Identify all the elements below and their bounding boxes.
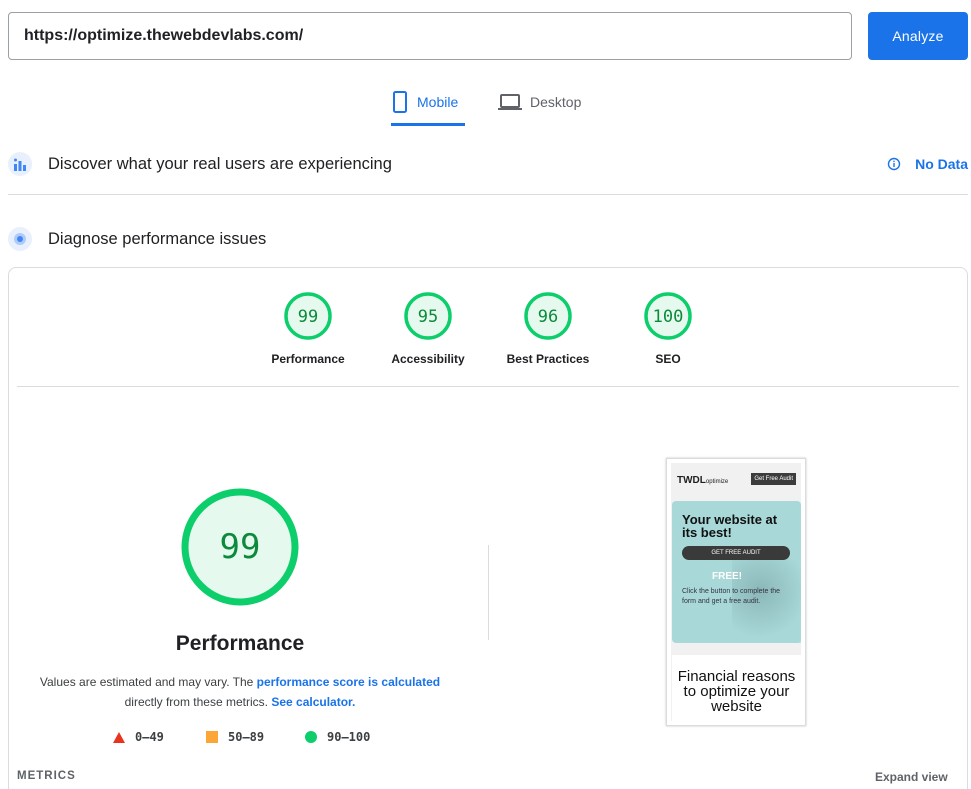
thumb-free: FREE!	[712, 571, 742, 582]
diagnose-section-header: Diagnose performance issues	[8, 223, 968, 255]
performance-description: Values are estimated and may vary. The p…	[30, 672, 450, 712]
legend-fail: 0–49	[113, 730, 164, 744]
thumb-bottom-title: Financial reasons to optimize your websi…	[677, 668, 796, 715]
gauge-ring: 95	[404, 292, 452, 340]
tab-mobile[interactable]: Mobile	[391, 82, 465, 126]
thumb-hero-title: Your website at its best!	[682, 512, 778, 540]
gauge-score: 99	[298, 307, 318, 327]
thumb-brand: TWDLoptimize	[677, 475, 729, 486]
url-input[interactable]	[8, 12, 852, 60]
legend-pass-range: 90–100	[327, 730, 371, 744]
thumb-body: Click the button to complete the form an…	[682, 588, 781, 605]
gauge-label: Accessibility	[391, 352, 465, 366]
crux-title: Discover what your real users are experi…	[48, 154, 392, 173]
performance-gauge-large: 99	[181, 488, 299, 606]
gauge-label: Best Practices	[506, 352, 590, 366]
gauge-score: 96	[538, 307, 558, 327]
thumbnail-content: TWDLoptimize Get Free Audit Your website…	[671, 463, 801, 721]
users-chart-icon	[8, 152, 32, 176]
section-divider	[8, 194, 968, 195]
laptop-icon	[498, 93, 522, 110]
legend-average: 50–89	[206, 730, 264, 744]
tab-mobile-label: Mobile	[417, 93, 459, 110]
performance-title: Performance	[175, 632, 305, 655]
lighthouse-icon	[8, 227, 32, 251]
info-icon	[887, 157, 901, 171]
diagnose-title: Diagnose performance issues	[48, 229, 267, 248]
gauge-best-practices[interactable]: 96 Best Practices	[498, 291, 598, 366]
gauge-ring: 99	[284, 292, 332, 340]
legend-pass: 90–100	[305, 730, 370, 744]
tab-desktop[interactable]: Desktop	[498, 82, 594, 126]
circle-icon	[305, 731, 317, 743]
gauge-score: 95	[418, 307, 438, 327]
gauge-ring: 96	[524, 292, 572, 340]
thumb-hero: Your website at its best! GET FREE AUDIT…	[672, 501, 801, 643]
thumb-hero-button: GET FREE AUDIT	[682, 546, 790, 560]
square-icon	[206, 731, 218, 743]
vertical-separator	[488, 545, 489, 640]
gauge-label: Performance	[271, 352, 345, 366]
performance-score-large: 99	[220, 527, 261, 567]
legend-fail-range: 0–49	[135, 730, 164, 744]
thumb-bottom: Financial reasons to optimize your websi…	[672, 655, 801, 721]
gauge-score: 100	[653, 307, 684, 327]
score-calculated-link[interactable]: performance score is calculated	[257, 675, 440, 689]
gauges-divider	[17, 386, 959, 387]
analyze-button[interactable]: Analyze	[868, 12, 968, 60]
no-data-label: No Data	[915, 156, 968, 172]
desc-text-1: Values are estimated and may vary. The	[39, 675, 257, 689]
gauge-accessibility[interactable]: 95 Accessibility	[378, 291, 478, 366]
gauge-performance[interactable]: 99 Performance	[258, 291, 358, 366]
gauge-ring: 100	[644, 292, 692, 340]
crux-status: No Data	[887, 156, 968, 172]
expand-view-link[interactable]: Expand view	[875, 770, 948, 784]
legend-average-range: 50–89	[228, 730, 265, 744]
page-screenshot-thumbnail[interactable]: TWDLoptimize Get Free Audit Your website…	[666, 458, 806, 726]
desc-text-2: directly from these metrics.	[124, 695, 272, 709]
gauge-seo[interactable]: 100 SEO	[618, 291, 718, 366]
crux-section-header: Discover what your real users are experi…	[8, 148, 968, 180]
smartphone-icon	[393, 90, 407, 113]
metrics-heading: METRICS	[17, 770, 76, 782]
gauge-label: SEO	[655, 352, 681, 366]
see-calculator-link[interactable]: See calculator.	[271, 695, 355, 709]
thumb-audit-button: Get Free Audit	[751, 473, 796, 485]
tab-desktop-label: Desktop	[530, 93, 582, 110]
triangle-icon	[113, 731, 125, 743]
